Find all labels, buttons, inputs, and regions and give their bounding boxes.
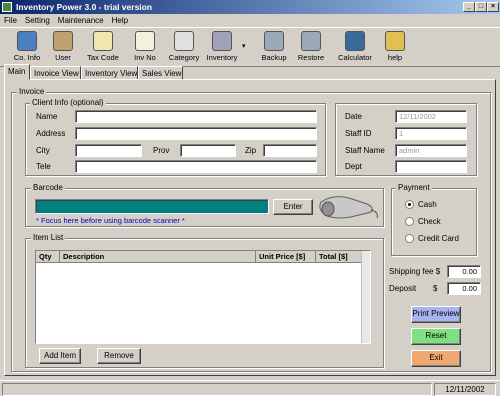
- address-field[interactable]: [75, 127, 317, 140]
- tax-icon: [93, 31, 113, 51]
- invoice-group-label: Invoice: [17, 87, 47, 96]
- item-list-label: Item List: [31, 233, 66, 242]
- user-button[interactable]: User: [52, 31, 74, 65]
- column-header-description[interactable]: Description: [60, 251, 256, 263]
- dept-label: Dept: [345, 162, 362, 171]
- staff-name-label: Staff Name: [345, 146, 385, 155]
- city-label: City: [36, 146, 50, 155]
- restore-button[interactable]: Restore: [296, 31, 326, 65]
- status-panel-main: [2, 383, 432, 396]
- backup-button[interactable]: Backup: [260, 31, 288, 65]
- calculator-icon: [345, 31, 365, 51]
- column-header-qty[interactable]: Qty: [36, 251, 60, 263]
- client-info-label: Client Info (optional): [30, 98, 106, 107]
- menu-bar: File Setting Maintenance Help: [0, 14, 500, 27]
- deposit-currency-label: $: [433, 284, 438, 293]
- inventory-button[interactable]: Inventory: [204, 31, 240, 65]
- prov-field[interactable]: [180, 144, 236, 157]
- category-button[interactable]: Category: [168, 31, 200, 65]
- inventory-icon: [212, 31, 232, 51]
- remove-item-button[interactable]: Remove: [97, 348, 141, 364]
- barcode-scanner-icon: [319, 196, 378, 219]
- print-preview-button[interactable]: Print Preview: [411, 306, 461, 323]
- date-label: Date: [345, 112, 362, 121]
- backup-icon: [264, 31, 284, 51]
- item-grid[interactable]: Qty Description Unit Price [$] Total [$]: [35, 250, 371, 344]
- toolbar: Co. Info User Tax Code Inv No Category I…: [0, 27, 500, 67]
- tab-main[interactable]: Main: [4, 64, 30, 80]
- invoice-number-icon: [135, 31, 155, 51]
- status-bar: 12/11/2002: [0, 380, 500, 396]
- window-title: Inventory Power 3.0 - trial version: [16, 2, 153, 12]
- company-info-button[interactable]: Co. Info: [10, 31, 44, 65]
- shipping-fee-label: Shipping fee $: [389, 267, 441, 276]
- name-field[interactable]: [75, 110, 317, 123]
- deposit-label: Deposit: [389, 284, 417, 293]
- city-field[interactable]: [75, 144, 142, 157]
- tele-label: Tele: [36, 162, 51, 171]
- invoice-number-button[interactable]: Inv No: [132, 31, 158, 65]
- item-grid-scrollbar[interactable]: [361, 251, 370, 343]
- company-icon: [17, 31, 37, 51]
- tab-invoice-view[interactable]: Invoice View: [30, 66, 81, 80]
- menu-setting[interactable]: Setting: [21, 16, 54, 25]
- tax-code-button[interactable]: Tax Code: [86, 31, 120, 65]
- staff-name-field[interactable]: admin: [395, 144, 467, 157]
- inventory-dropdown-icon[interactable]: ▾: [242, 42, 246, 50]
- tab-sales-view[interactable]: Sales View: [138, 66, 183, 80]
- reset-button[interactable]: Reset: [411, 328, 461, 345]
- menu-file[interactable]: File: [0, 16, 21, 25]
- staff-id-label: Staff ID: [345, 129, 372, 138]
- calculator-button[interactable]: Calculator: [336, 31, 374, 65]
- address-label: Address: [36, 129, 66, 138]
- zip-field[interactable]: [263, 144, 317, 157]
- menu-maintenance[interactable]: Maintenance: [54, 16, 108, 25]
- payment-check-radio[interactable]: [405, 217, 414, 226]
- payment-cash-radio[interactable]: [405, 200, 414, 209]
- help-button[interactable]: help: [382, 31, 408, 65]
- category-icon: [174, 31, 194, 51]
- app-icon: [2, 2, 12, 12]
- column-header-unit-price[interactable]: Unit Price [$]: [256, 251, 316, 263]
- maximize-button[interactable]: □: [475, 2, 487, 12]
- exit-button[interactable]: Exit: [411, 350, 461, 367]
- prov-label: Prov: [153, 146, 170, 155]
- payment-cash-label: Cash: [418, 200, 437, 209]
- minimize-button[interactable]: _: [463, 2, 475, 12]
- tab-inventory-view[interactable]: Inventory View: [81, 66, 138, 80]
- add-item-button[interactable]: Add Item: [39, 348, 81, 364]
- menu-help[interactable]: Help: [108, 16, 132, 25]
- barcode-hint: * Focus here before using barcode scanne…: [36, 216, 185, 225]
- enter-button[interactable]: Enter: [273, 199, 313, 215]
- restore-icon: [301, 31, 321, 51]
- name-label: Name: [36, 112, 58, 121]
- deposit-field[interactable]: 0.00: [447, 282, 481, 295]
- payment-check-label: Check: [418, 217, 441, 226]
- date-field[interactable]: 12/11/2002: [395, 110, 467, 123]
- column-header-total[interactable]: Total [$]: [316, 251, 362, 263]
- dept-field[interactable]: [395, 160, 467, 173]
- tele-field[interactable]: [75, 160, 317, 173]
- status-date: 12/11/2002: [434, 383, 496, 396]
- staff-id-field[interactable]: 1: [395, 127, 467, 140]
- payment-credit-card-radio[interactable]: [405, 234, 414, 243]
- payment-label: Payment: [396, 183, 432, 192]
- main-panel: Invoice Client Info (optional) Name Addr…: [4, 79, 496, 376]
- zip-label: Zip: [245, 146, 257, 155]
- barcode-input[interactable]: [35, 199, 269, 214]
- barcode-label: Barcode: [31, 183, 65, 192]
- help-icon: [385, 31, 405, 51]
- title-bar: Inventory Power 3.0 - trial version _ □ …: [0, 0, 500, 14]
- shipping-fee-field[interactable]: 0.00: [447, 265, 481, 278]
- user-icon: [53, 31, 73, 51]
- payment-credit-card-label: Credit Card: [418, 234, 459, 243]
- close-button[interactable]: ×: [487, 2, 499, 12]
